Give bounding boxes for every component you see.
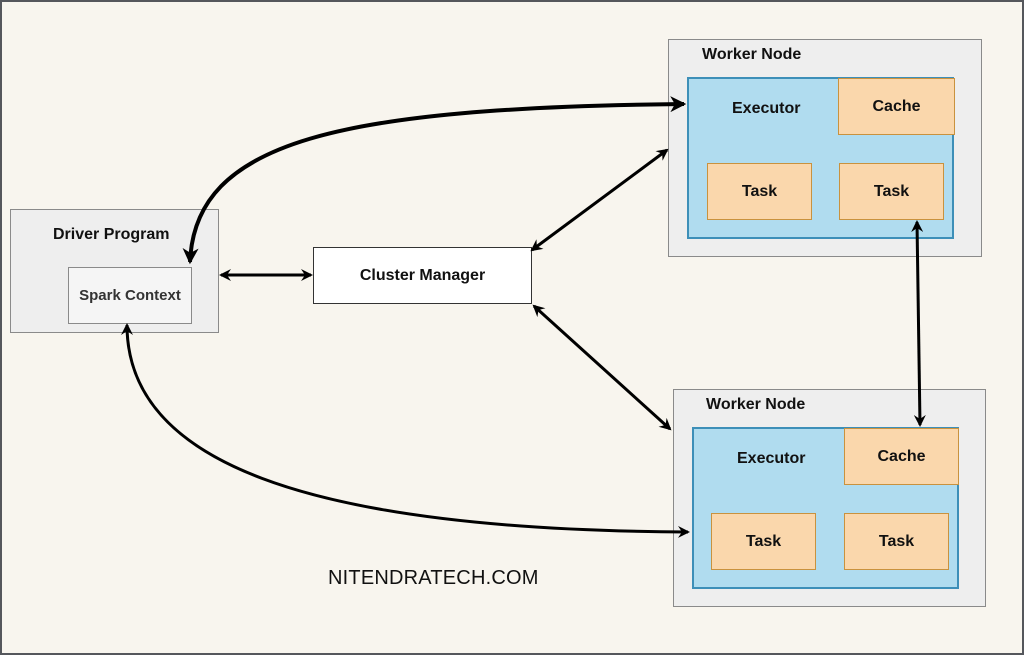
worker-node-1-title: Worker Node: [702, 46, 802, 63]
worker-node-1: Worker Node Executor Cache Task Task: [668, 39, 982, 257]
driver-program-box: Driver Program Spark Context: [10, 209, 219, 333]
task-1b: Task: [839, 163, 944, 220]
cache-1: Cache: [838, 78, 955, 135]
watermark: NITENDRATECH.COM: [328, 567, 539, 589]
task-2b: Task: [844, 513, 949, 570]
executor-1-label: Executor: [732, 100, 801, 117]
executor-2-label: Executor: [737, 450, 806, 467]
driver-program-title: Driver Program: [53, 226, 170, 243]
executor-1: Executor Cache Task Task: [687, 77, 955, 239]
worker-node-2-title: Worker Node: [706, 396, 806, 413]
task-1a: Task: [707, 163, 812, 220]
spark-context-box: Spark Context: [68, 267, 192, 324]
cache-2: Cache: [844, 428, 959, 485]
worker-node-2: Worker Node Executor Cache Task Task: [673, 389, 986, 607]
task-2a: Task: [711, 513, 816, 570]
cluster-manager-box: Cluster Manager: [313, 247, 532, 304]
executor-2: Executor Cache Task Task: [692, 427, 959, 589]
